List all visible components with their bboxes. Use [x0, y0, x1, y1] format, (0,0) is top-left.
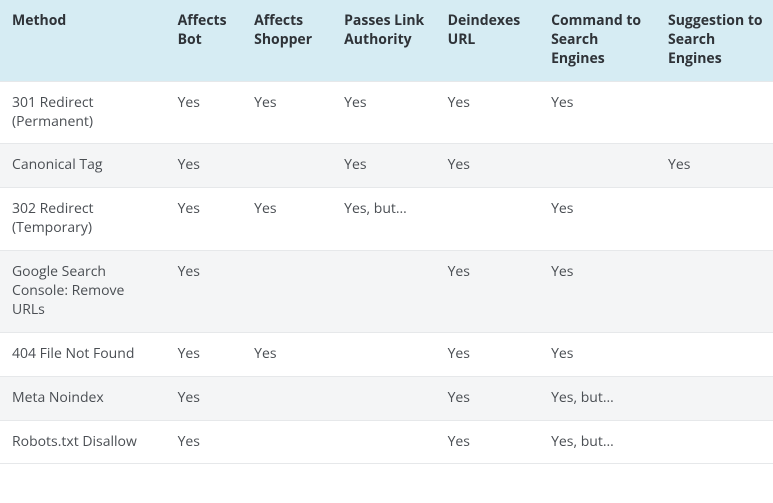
table-row: Robots.txt Disallow Yes Yes Yes, but…: [0, 420, 773, 464]
cell: [242, 251, 332, 333]
cell: Yes: [436, 420, 539, 464]
cell: Yes: [332, 81, 435, 144]
cell: [332, 376, 435, 420]
table-header-row: Method Affects Bot Affects Shopper Passe…: [0, 0, 773, 81]
col-header: Affects Shopper: [242, 0, 332, 81]
cell: Yes: [242, 332, 332, 376]
table-row: Meta Noindex Yes Yes Yes, but…: [0, 376, 773, 420]
cell-method: 301 Redirect (Permanent): [0, 81, 166, 144]
cell: Yes, but…: [539, 376, 656, 420]
cell: Yes: [332, 144, 435, 188]
table-header: Method Affects Bot Affects Shopper Passe…: [0, 0, 773, 81]
cell: Yes: [242, 188, 332, 251]
cell: Yes: [166, 251, 243, 333]
table-row: 404 File Not Found Yes Yes Yes Yes: [0, 332, 773, 376]
col-header: Suggestion to Search Engines: [656, 0, 773, 81]
cell: Yes: [166, 332, 243, 376]
cell: [656, 188, 773, 251]
col-header: Method: [0, 0, 166, 81]
table-row: 302 Redirect (Temporary) Yes Yes Yes, bu…: [0, 188, 773, 251]
cell: Yes: [166, 81, 243, 144]
cell: Yes: [539, 251, 656, 333]
cell: [242, 420, 332, 464]
cell: Yes, but…: [539, 420, 656, 464]
cell: Yes: [539, 188, 656, 251]
seo-methods-table: Method Affects Bot Affects Shopper Passe…: [0, 0, 773, 464]
cell: Yes: [539, 81, 656, 144]
table-row: Canonical Tag Yes Yes Yes Yes: [0, 144, 773, 188]
table-container: Method Affects Bot Affects Shopper Passe…: [0, 0, 773, 464]
cell-method: Canonical Tag: [0, 144, 166, 188]
cell: Yes: [166, 376, 243, 420]
cell-method: Robots.txt Disallow: [0, 420, 166, 464]
col-header: Deindexes URL: [436, 0, 539, 81]
col-header: Passes Link Authority: [332, 0, 435, 81]
cell: [539, 144, 656, 188]
cell: Yes: [436, 376, 539, 420]
table-row: 301 Redirect (Permanent) Yes Yes Yes Yes…: [0, 81, 773, 144]
cell: [332, 420, 435, 464]
cell-method: Meta Noindex: [0, 376, 166, 420]
cell: [656, 81, 773, 144]
cell: Yes: [656, 144, 773, 188]
cell: [332, 251, 435, 333]
cell: Yes: [166, 144, 243, 188]
cell: [656, 420, 773, 464]
cell-method: Google Search Console: Remove URLs: [0, 251, 166, 333]
cell: Yes: [242, 81, 332, 144]
cell: [436, 188, 539, 251]
col-header: Affects Bot: [166, 0, 243, 81]
cell: Yes: [166, 420, 243, 464]
cell: Yes: [436, 332, 539, 376]
cell: [656, 376, 773, 420]
cell: Yes: [436, 144, 539, 188]
cell: Yes: [166, 188, 243, 251]
cell: Yes: [539, 332, 656, 376]
cell-method: 302 Redirect (Temporary): [0, 188, 166, 251]
cell: Yes, but…: [332, 188, 435, 251]
col-header: Command to Search Engines: [539, 0, 656, 81]
cell-method: 404 File Not Found: [0, 332, 166, 376]
cell: [656, 251, 773, 333]
table-row: Google Search Console: Remove URLs Yes Y…: [0, 251, 773, 333]
cell: Yes: [436, 81, 539, 144]
cell: [242, 144, 332, 188]
cell: [656, 332, 773, 376]
cell: [242, 376, 332, 420]
cell: [332, 332, 435, 376]
cell: Yes: [436, 251, 539, 333]
table-body: 301 Redirect (Permanent) Yes Yes Yes Yes…: [0, 81, 773, 464]
